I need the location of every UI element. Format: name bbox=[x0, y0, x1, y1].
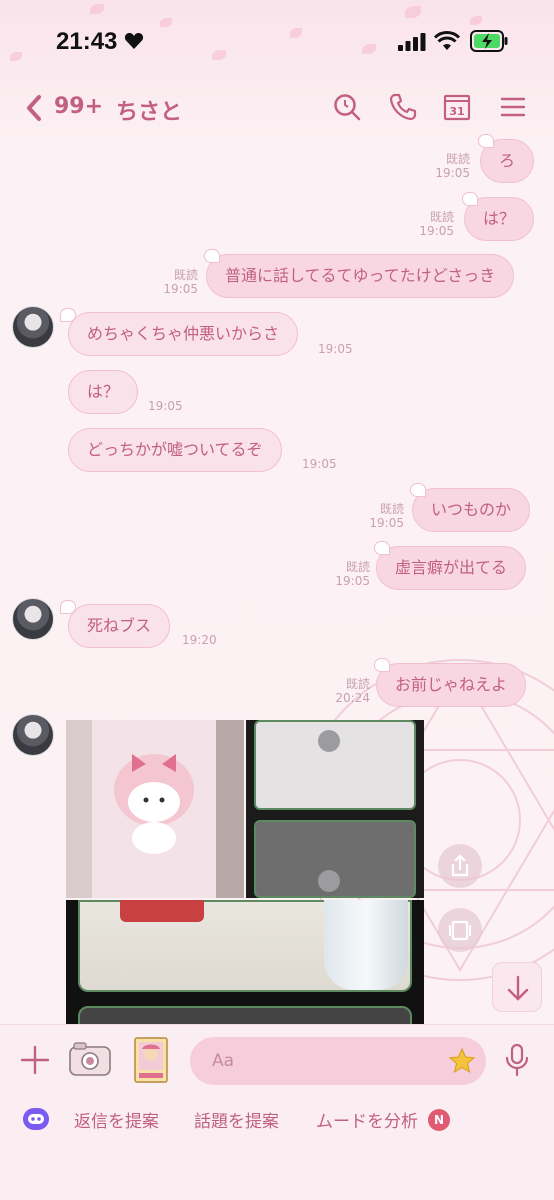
share-button[interactable] bbox=[438, 844, 482, 888]
message-meta: 既読 20:24 bbox=[328, 677, 370, 705]
back-icon[interactable] bbox=[24, 94, 44, 122]
scroll-down-button[interactable] bbox=[492, 962, 542, 1012]
read-receipt: 既読 bbox=[345, 560, 370, 574]
photo-thumbnail[interactable] bbox=[66, 720, 244, 898]
share-icon bbox=[451, 854, 469, 877]
read-receipt: 既読 bbox=[445, 152, 470, 166]
bubble-tail bbox=[462, 192, 478, 206]
mic-icon[interactable] bbox=[504, 1043, 530, 1077]
message-meta: 既読 19:05 bbox=[156, 268, 198, 296]
message-time: 19:05 bbox=[318, 342, 353, 356]
message-time: 19:05 bbox=[302, 457, 337, 471]
scroll-down-icon bbox=[507, 975, 529, 1001]
analyze-mood-button[interactable]: ムードを分析 bbox=[316, 1107, 418, 1132]
signal-icon bbox=[398, 33, 426, 51]
message-time: 19:05 bbox=[419, 224, 454, 238]
message-bubble[interactable]: 普通に話してるてゆってたけどさっき bbox=[206, 254, 515, 298]
sticker-card-icon[interactable] bbox=[134, 1037, 168, 1083]
wifi-icon bbox=[434, 31, 460, 50]
message-text: は？ bbox=[483, 209, 516, 228]
bubble-tail bbox=[374, 541, 390, 555]
message-composer: 返信を提案 話題を提案 ムードを分析 N bbox=[0, 1024, 554, 1200]
new-badge: N bbox=[428, 1109, 450, 1131]
message-text: 普通に話してるてゆってたけどさっき bbox=[225, 266, 496, 285]
message-text: ろ bbox=[499, 151, 516, 170]
contact-avatar[interactable] bbox=[12, 714, 54, 756]
ai-assistant-icon[interactable] bbox=[22, 1105, 50, 1133]
profile-photo bbox=[318, 730, 340, 752]
message-time: 19:05 bbox=[148, 399, 183, 413]
message-meta: 既読 19:05 bbox=[414, 210, 454, 238]
message-text: 死ねブス bbox=[87, 616, 152, 635]
bubble-tail bbox=[478, 134, 494, 148]
message-text: は？ bbox=[87, 382, 120, 401]
bubble-tail bbox=[204, 249, 220, 263]
can-image bbox=[120, 900, 204, 922]
unread-count[interactable]: 99+ bbox=[54, 94, 103, 119]
message-meta: 既読 19:05 bbox=[430, 152, 470, 180]
read-receipt: 既読 bbox=[345, 677, 370, 691]
message-time: 19:05 bbox=[335, 574, 370, 588]
message-bubble[interactable]: 死ねブス bbox=[68, 604, 171, 648]
suggest-topic-button[interactable]: 話題を提案 bbox=[194, 1107, 279, 1132]
message-time: 20:24 bbox=[335, 691, 370, 705]
message-time: 19:20 bbox=[182, 633, 217, 647]
status-time: 21:43 bbox=[56, 28, 118, 55]
bubble-tail bbox=[60, 308, 76, 322]
ai-suggestion-row: 返信を提案 話題を提案 ムードを分析 N bbox=[0, 1105, 554, 1135]
star-icon[interactable] bbox=[448, 1047, 476, 1075]
message-text: いつものか bbox=[431, 500, 512, 519]
screenshot-panel bbox=[78, 1006, 412, 1024]
message-text: めちゃくちゃ仲悪いからさ bbox=[87, 324, 280, 343]
calendar-icon[interactable]: 31 bbox=[442, 92, 472, 122]
bubble-tail bbox=[374, 658, 390, 672]
message-text: どっちかが嘘ついてるぞ bbox=[87, 440, 263, 459]
message-meta: 既読 19:05 bbox=[362, 502, 404, 530]
message-time: 19:05 bbox=[435, 166, 470, 180]
message-time: 19:05 bbox=[163, 282, 198, 296]
message-bubble[interactable]: 虚言癖が出てる bbox=[376, 546, 527, 590]
save-button[interactable] bbox=[438, 908, 482, 952]
photo-thumbnail[interactable] bbox=[66, 900, 424, 1024]
message-text: お前じゃねえよ bbox=[395, 675, 508, 694]
cup-image bbox=[66, 720, 244, 898]
menu-icon[interactable] bbox=[498, 92, 528, 122]
read-receipt: 既読 bbox=[173, 268, 198, 282]
message-time: 19:05 bbox=[369, 516, 404, 530]
chat-header: 99+ ちさと 31 bbox=[0, 84, 554, 132]
chat-screen: 21:43 99+ ちさと 31 既読 19:05 ろ 既読 19:05 は？ … bbox=[0, 0, 554, 1200]
chat-title[interactable]: ちさと bbox=[116, 94, 182, 126]
read-receipt: 既読 bbox=[429, 210, 454, 224]
message-bubble[interactable]: めちゃくちゃ仲悪いからさ bbox=[68, 312, 299, 356]
suggest-reply-button[interactable]: 返信を提案 bbox=[74, 1107, 159, 1132]
status-bar: 21:43 bbox=[0, 0, 554, 80]
message-bubble[interactable]: どっちかが嘘ついてるぞ bbox=[68, 428, 282, 472]
profile-photo bbox=[318, 870, 340, 892]
read-receipt: 既読 bbox=[379, 502, 404, 516]
bubble-tail bbox=[60, 600, 76, 614]
search-icon[interactable] bbox=[332, 92, 362, 122]
contact-avatar[interactable] bbox=[12, 598, 54, 640]
phone-icon[interactable] bbox=[388, 92, 418, 122]
message-input[interactable] bbox=[190, 1037, 486, 1085]
message-bubble[interactable]: いつものか bbox=[412, 488, 531, 532]
contact-avatar[interactable] bbox=[12, 306, 54, 348]
battery-charging-icon bbox=[470, 30, 508, 52]
plus-icon[interactable] bbox=[20, 1045, 50, 1075]
bottle-image bbox=[324, 900, 408, 990]
photo-thumbnail[interactable] bbox=[246, 720, 424, 898]
message-bubble[interactable]: は？ bbox=[68, 370, 139, 414]
message-bubble[interactable]: お前じゃねえよ bbox=[376, 663, 527, 707]
save-icon bbox=[448, 920, 472, 941]
svg-text:31: 31 bbox=[449, 105, 464, 118]
camera-icon[interactable] bbox=[68, 1041, 112, 1079]
message-text: 虚言癖が出てる bbox=[395, 558, 508, 577]
heart-icon bbox=[124, 33, 144, 49]
bubble-tail bbox=[410, 483, 426, 497]
message-meta: 既読 19:05 bbox=[328, 560, 370, 588]
